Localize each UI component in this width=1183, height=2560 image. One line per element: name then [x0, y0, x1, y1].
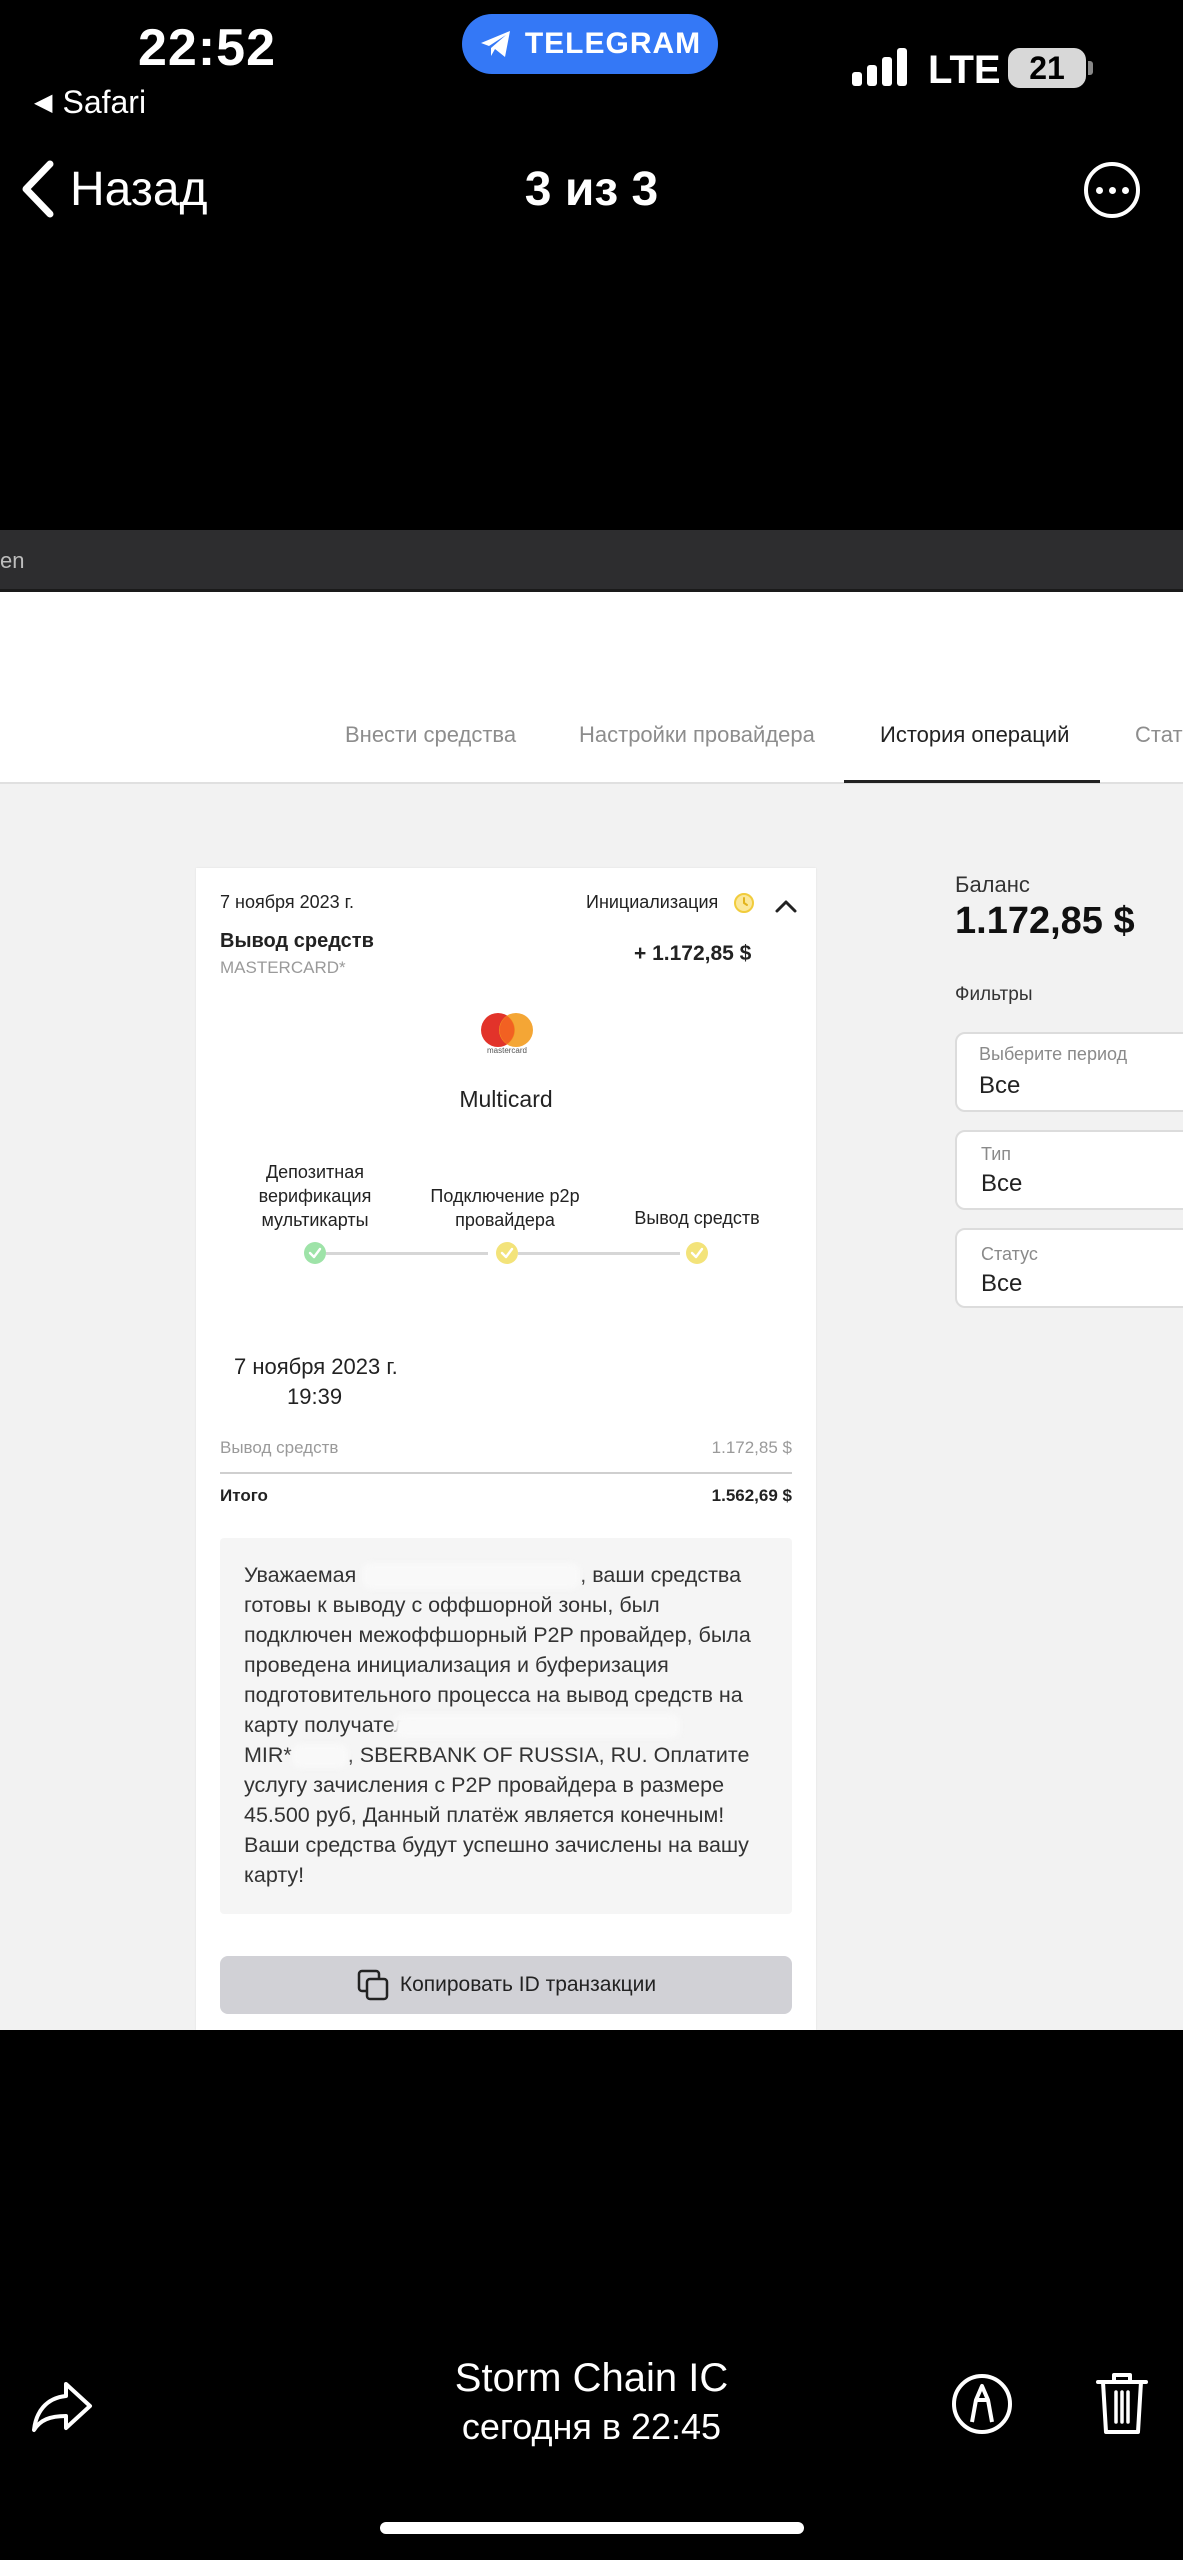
filter-caption: Выберите период [979, 1044, 1128, 1064]
battery-tip [1088, 61, 1093, 75]
filter-value: Все [979, 1072, 1021, 1099]
more-options-button[interactable] [1084, 162, 1140, 218]
card-type: MASTERCARD* [220, 958, 346, 977]
back-app-label: Safari [62, 84, 147, 120]
total-label: Итого [220, 1486, 268, 1505]
redacted-card-number [291, 1744, 348, 1769]
site-header [0, 592, 1183, 690]
status-label: Инициализация [586, 892, 719, 912]
notice-line: карту! [244, 1863, 305, 1887]
filter-caption: Тип [981, 1144, 1012, 1164]
notice-text: Уважаемая , ваши средства готовы к выводу… [244, 1560, 774, 1890]
photo-counter: 3 из 3 [524, 163, 659, 216]
step-check-icon [686, 1242, 708, 1264]
notice-text-part: , ваши средства [580, 1563, 742, 1587]
notice-text-part: MIR* [244, 1743, 292, 1767]
markup-icon[interactable] [950, 2372, 1014, 2436]
datetime-date: 7 ноября 2023 г. [234, 1354, 398, 1379]
datetime-time: 19:39 [287, 1384, 343, 1409]
dot [1108, 186, 1116, 194]
row-value: 1.172,85 $ [711, 1438, 792, 1457]
notice-text-part: карту получателя [244, 1713, 419, 1737]
tab-deposit[interactable]: Внести средства [345, 722, 516, 748]
filter-value: Все [981, 1270, 1023, 1297]
telegram-label: TELEGRAM [524, 27, 702, 60]
transaction-date: 7 ноября 2023 г. [220, 892, 354, 912]
dot [1095, 186, 1103, 194]
step-label-3: Вывод средств [634, 1208, 760, 1228]
notice-line: готовы к выводу с оффшорной зоны, был [244, 1593, 660, 1617]
copy-icon [357, 1969, 389, 2001]
copy-button-label: Копировать ID транзакции [399, 1973, 657, 1996]
chevron-up-icon[interactable] [774, 898, 798, 914]
balance-value: 1.172,85 $ [955, 900, 1135, 942]
divider [220, 1472, 792, 1474]
balance-label: Баланс [955, 872, 1030, 897]
notice-line: проведена инициализация и буферизация [244, 1653, 669, 1677]
step-check-icon [496, 1242, 518, 1264]
transaction-amount: + 1.172,85 $ [634, 942, 752, 965]
total-value: 1.562,69 $ [711, 1486, 792, 1505]
url-fragment: en [0, 548, 25, 573]
browser-address-strip [0, 530, 1183, 592]
redacted-name [362, 1563, 581, 1590]
notice-greeting: Уважаемая [244, 1563, 357, 1587]
transaction-title: Вывод средств [220, 930, 374, 952]
step-label-2: Подключение p2p провайдера [430, 1186, 580, 1230]
row-label: Вывод средств [220, 1438, 339, 1457]
step-connector [518, 1252, 680, 1255]
notice-line: карту получателя [244, 1710, 774, 1740]
tab-statistics[interactable]: Стат [1135, 722, 1183, 748]
telegram-icon [480, 31, 510, 57]
step-connector [326, 1252, 488, 1255]
notice-line: подготовительного процесса на вывод сред… [244, 1683, 743, 1707]
filter-value: Все [981, 1170, 1023, 1197]
notice-line: Уважаемая , ваши средства [244, 1560, 774, 1590]
active-tab-underline [844, 780, 1100, 783]
back-to-safari-link[interactable]: ◀ Safari [34, 84, 146, 121]
provider-name: Multicard [459, 1086, 553, 1112]
tab-provider-settings[interactable]: Настройки провайдера [579, 722, 815, 748]
notice-line: MIR* , SBERBANK OF RUSSIA, RU. Оплатите [244, 1740, 774, 1770]
signal-icon [852, 46, 907, 86]
clock-icon [734, 893, 754, 913]
filters-label: Фильтры [955, 984, 1033, 1005]
dot [1121, 186, 1129, 194]
notice-text-part: , SBERBANK OF RUSSIA, RU. Оплатите [347, 1743, 750, 1767]
copy-transaction-id-button[interactable]: Копировать ID транзакции [220, 1956, 792, 2014]
mastercard-caption: mastercard [486, 1046, 527, 1055]
status-filter-select[interactable]: Статус Все [955, 1228, 1183, 1308]
back-triangle-icon: ◀ [34, 89, 53, 116]
network-type: LTE [928, 48, 1001, 92]
notice-line: 45.500 руб, Данный платёж является конеч… [244, 1803, 725, 1827]
telegram-pill[interactable]: TELEGRAM [462, 14, 718, 74]
type-filter-select[interactable]: Тип Все [955, 1130, 1183, 1210]
notice-line: услугу зачисления с P2P провайдера в раз… [244, 1773, 725, 1797]
step-label-1: Депозитная верификация мультикарты [258, 1162, 372, 1230]
notice-line: Ваши средства будут успешно зачислены на… [244, 1833, 749, 1857]
notice-line: подключен межоффшорный P2P провайдер, бы… [244, 1623, 751, 1647]
home-indicator [380, 2522, 804, 2534]
trash-icon[interactable] [1094, 2370, 1150, 2436]
status-time: 22:52 [138, 19, 276, 77]
tab-history[interactable]: История операций [880, 722, 1069, 748]
battery-icon: 21 [1008, 48, 1086, 88]
step-check-icon [304, 1242, 326, 1264]
redacted-card [394, 1714, 681, 1739]
period-filter-select[interactable]: Выберите период Все [955, 1032, 1183, 1112]
filter-caption: Статус [981, 1244, 1038, 1264]
